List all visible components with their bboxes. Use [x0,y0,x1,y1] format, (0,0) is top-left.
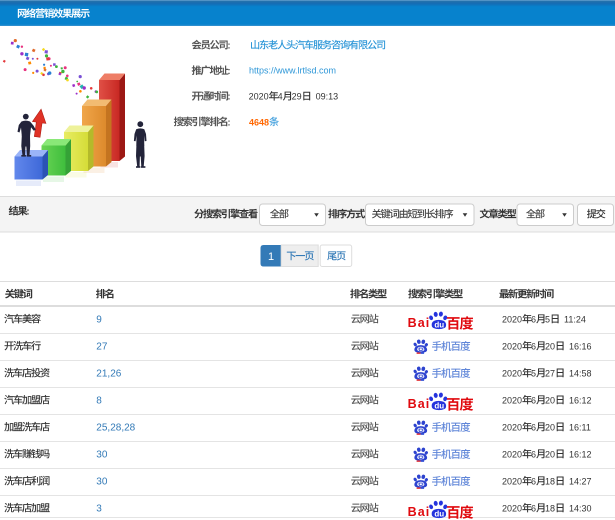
svg-text::: : [228,117,231,127]
svg-text:2020: 2020 [502,450,522,460]
svg-text:14:58: 14:58 [569,369,592,379]
svg-text:6: 6 [531,477,536,487]
svg-text:30: 30 [96,477,108,488]
svg-text:11:24: 11:24 [564,315,586,325]
svg-text:https://www.lrtlsd.com: https://www.lrtlsd.com [249,66,336,76]
svg-text:6: 6 [531,396,536,406]
svg-text:4: 4 [278,92,283,102]
svg-text:30: 30 [96,450,108,461]
svg-text:2020: 2020 [502,423,522,433]
svg-text:4648: 4648 [249,117,269,127]
svg-text::: : [228,66,231,76]
svg-text:16:12: 16:12 [569,396,592,406]
svg-text:5: 5 [531,369,536,379]
svg-text:20: 20 [545,423,555,433]
svg-text:20: 20 [545,450,555,460]
svg-text:5: 5 [545,315,550,325]
svg-text:6: 6 [531,315,536,325]
svg-text:20: 20 [545,342,555,352]
svg-text:25,28,28: 25,28,28 [96,423,135,434]
svg-text::: : [228,92,231,102]
svg-text:27: 27 [545,369,555,379]
svg-text:6: 6 [531,450,536,460]
svg-text:16:11: 16:11 [569,423,591,433]
svg-text::: : [27,207,30,217]
svg-text:2020: 2020 [502,477,522,487]
svg-text:21,26: 21,26 [96,369,121,380]
svg-text:27: 27 [96,342,108,353]
svg-text:14:27: 14:27 [569,477,592,487]
svg-text:14:30: 14:30 [569,504,592,514]
svg-text:2020: 2020 [502,315,522,325]
svg-text:6: 6 [531,504,536,514]
svg-text:2020: 2020 [502,396,522,406]
svg-text:1: 1 [268,251,274,263]
svg-text:2020: 2020 [502,342,522,352]
svg-text:6: 6 [531,423,536,433]
svg-text:6: 6 [531,342,536,352]
svg-text:2020: 2020 [249,92,269,102]
svg-text::: : [228,41,231,51]
svg-text:18: 18 [545,477,555,487]
svg-text:29: 29 [292,92,302,102]
svg-text:18: 18 [545,504,555,514]
svg-text:16:12: 16:12 [569,450,592,460]
svg-text:9: 9 [96,315,102,326]
svg-text:16:16: 16:16 [569,342,592,352]
svg-text:20: 20 [545,396,555,406]
svg-text:2020: 2020 [502,369,522,379]
svg-text:2020: 2020 [502,504,522,514]
svg-text:09:13: 09:13 [316,92,339,102]
svg-text:8: 8 [96,396,102,407]
svg-text:3: 3 [96,504,102,515]
